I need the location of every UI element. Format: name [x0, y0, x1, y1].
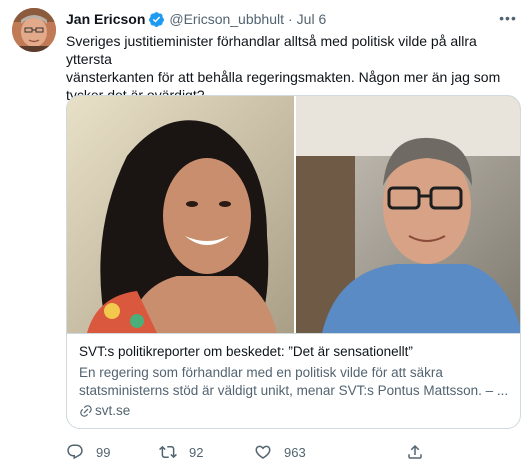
- verified-badge-icon: [149, 11, 165, 27]
- author-display-name[interactable]: Jan Ericson: [66, 10, 145, 28]
- card-domain-text: svt.se: [95, 403, 131, 418]
- card-description: En regering som förhandlar med en politi…: [79, 365, 509, 398]
- like-count: 963: [284, 444, 306, 460]
- tweet-date[interactable]: Jul 6: [297, 10, 327, 28]
- retweet-button[interactable]: 92: [159, 442, 203, 462]
- share-button[interactable]: [406, 442, 436, 462]
- link-card[interactable]: SVT:s politikreporter om beskedet: ”Det …: [66, 95, 521, 429]
- card-domain: svt.se: [79, 402, 509, 420]
- heart-icon: [255, 445, 271, 459]
- reply-count: 99: [96, 444, 111, 460]
- share-icon: [408, 444, 422, 459]
- author-handle[interactable]: @Ericson_ubbhult: [169, 10, 284, 28]
- tweet[interactable]: Jan Ericson @Ericson_ubbhult · Jul 6 •••…: [0, 0, 530, 469]
- header-separator: ·: [288, 11, 293, 27]
- retweet-icon: [159, 445, 177, 459]
- card-divider: [67, 333, 520, 334]
- more-icon: •••: [499, 10, 517, 26]
- card-image: [67, 96, 520, 333]
- like-button[interactable]: 963: [254, 442, 306, 462]
- more-options-button[interactable]: •••: [498, 8, 518, 28]
- card-title: SVT:s politikreporter om beskedet: ”Det …: [79, 344, 413, 359]
- reply-icon: [67, 444, 83, 460]
- reply-button[interactable]: 99: [66, 442, 110, 462]
- card-body: SVT:s politikreporter om beskedet: ”Det …: [79, 343, 509, 420]
- link-icon: [80, 405, 92, 417]
- tweet-text: Sveriges justitieminister förhandlar all…: [66, 33, 501, 103]
- avatar[interactable]: [12, 8, 56, 52]
- retweet-count: 92: [189, 444, 204, 460]
- tweet-header: Jan Ericson @Ericson_ubbhult · Jul 6: [66, 10, 326, 28]
- tweet-actions: 99 92 963: [66, 442, 516, 462]
